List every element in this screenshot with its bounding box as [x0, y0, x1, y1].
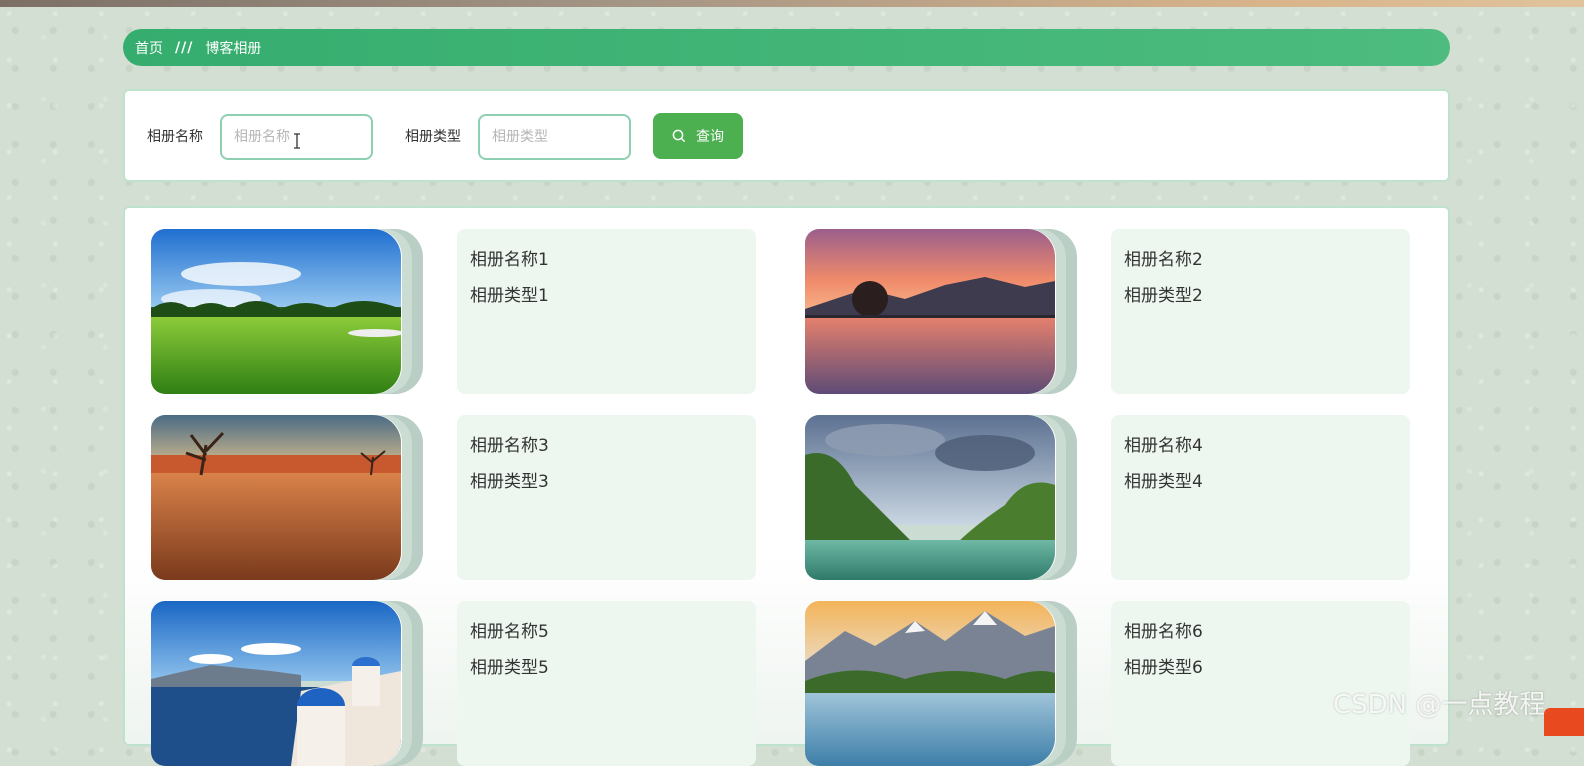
album-name[interactable]: 相册名称3	[470, 435, 743, 457]
album-list-panel: 相册名称1 相册类型1 相册名称2 相册类型2 相册名称3 相册类型3 相册名称…	[123, 206, 1450, 766]
album-type: 相册类型3	[470, 472, 549, 492]
album-thumbnail[interactable]	[805, 229, 1077, 394]
album-name[interactable]: 相册名称6	[1124, 621, 1397, 643]
album-info: 相册名称4 相册类型4	[1111, 415, 1410, 580]
album-cover-image[interactable]	[805, 229, 1055, 394]
album-thumbnail[interactable]	[151, 601, 423, 766]
watermark: CSDN @一点教程	[1333, 690, 1546, 720]
album-name[interactable]: 相册名称2	[1124, 249, 1397, 271]
search-button-label: 查询	[696, 129, 724, 145]
album-type: 相册类型4	[1124, 472, 1203, 492]
breadcrumb: 首页 /// 博客相册	[123, 29, 1450, 66]
corner-logo	[1544, 708, 1584, 736]
album-cover-image[interactable]	[151, 601, 401, 766]
album-cover-image[interactable]	[805, 601, 1055, 766]
album-info: 相册名称1 相册类型1	[457, 229, 756, 394]
search-icon	[672, 129, 686, 143]
album-type: 相册类型2	[1124, 286, 1203, 306]
album-info: 相册名称2 相册类型2	[1111, 229, 1410, 394]
breadcrumb-home-link[interactable]: 首页	[135, 38, 163, 58]
breadcrumb-current: 博客相册	[205, 40, 262, 57]
album-info: 相册名称5 相册类型5	[457, 601, 756, 766]
album-name[interactable]: 相册名称5	[470, 621, 743, 643]
album-thumbnail[interactable]	[805, 415, 1077, 580]
album-name[interactable]: 相册名称1	[470, 249, 743, 271]
album-info: 相册名称3 相册类型3	[457, 415, 756, 580]
album-cover-image[interactable]	[151, 229, 401, 394]
album-cover-image[interactable]	[805, 415, 1055, 580]
album-type: 相册类型5	[470, 658, 549, 678]
breadcrumb-separator: ///	[175, 39, 194, 56]
top-decor-strip	[0, 0, 1584, 7]
album-type-label: 相册类型	[405, 129, 461, 145]
album-card[interactable]: 相册名称1 相册类型1	[151, 229, 761, 394]
album-thumbnail[interactable]	[805, 601, 1077, 766]
album-card[interactable]: 相册名称3 相册类型3	[151, 415, 761, 580]
album-thumbnail[interactable]	[151, 229, 423, 394]
album-name[interactable]: 相册名称4	[1124, 435, 1397, 457]
album-thumbnail[interactable]	[151, 415, 423, 580]
album-card[interactable]: 相册名称5 相册类型5	[151, 601, 761, 766]
album-cover-image[interactable]	[151, 415, 401, 580]
search-button[interactable]: 查询	[653, 113, 743, 159]
text-cursor-icon	[294, 133, 300, 149]
album-type: 相册类型6	[1124, 658, 1203, 678]
album-card[interactable]: 相册名称2 相册类型2	[805, 229, 1415, 394]
album-name-label: 相册名称	[147, 129, 203, 145]
album-card[interactable]: 相册名称6 相册类型6	[805, 601, 1415, 766]
search-panel: 相册名称 相册类型 查询	[123, 89, 1450, 182]
album-type: 相册类型1	[470, 286, 549, 306]
album-card[interactable]: 相册名称4 相册类型4	[805, 415, 1415, 580]
album-type-input[interactable]	[478, 114, 631, 160]
